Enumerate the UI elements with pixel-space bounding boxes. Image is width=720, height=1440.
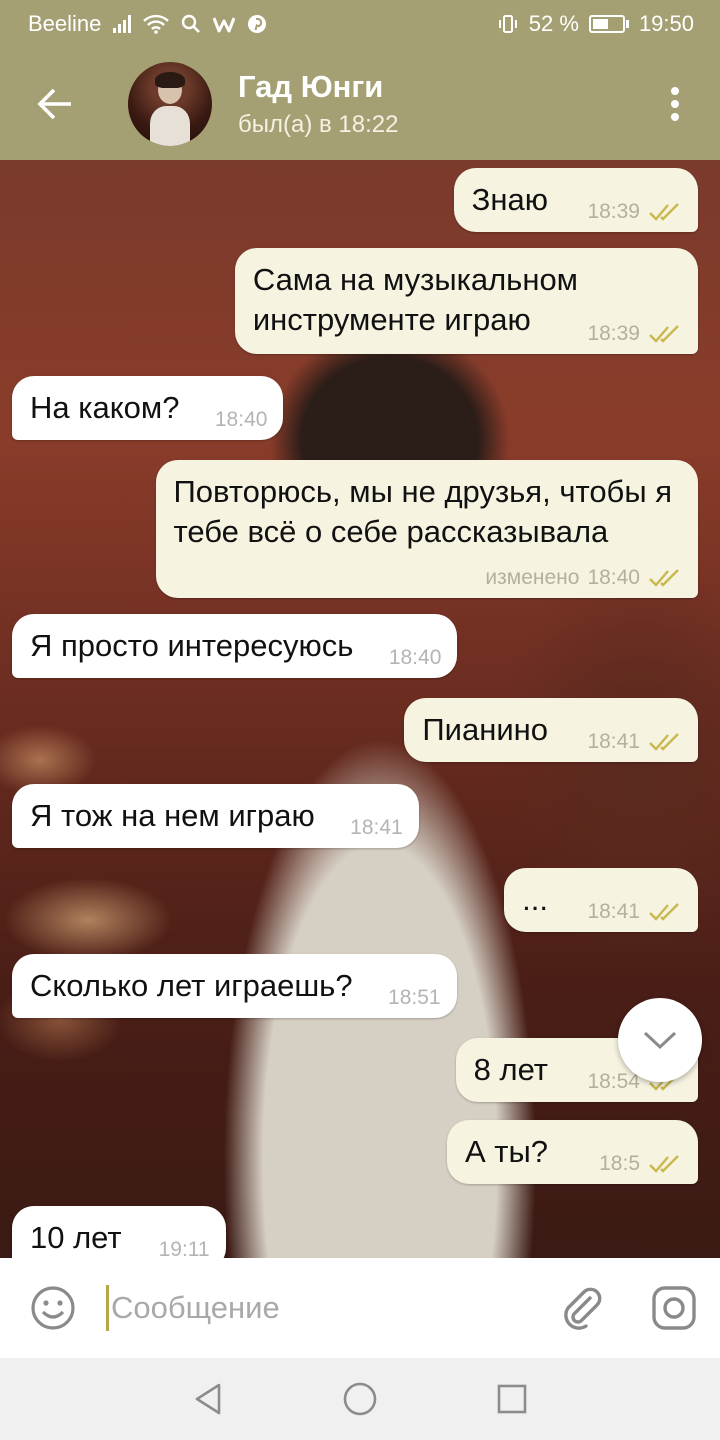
message-text: Знаю <box>471 182 548 217</box>
emoji-icon <box>31 1286 75 1330</box>
search-icon <box>181 14 201 34</box>
message-time: 18:41 <box>587 730 640 753</box>
message-meta: 18:41 <box>587 730 682 754</box>
message-input-placeholder: Сообщение <box>111 1290 280 1325</box>
more-menu-button[interactable] <box>630 48 720 160</box>
battery-percent: 52 % <box>528 11 579 36</box>
edited-label: изменено <box>485 566 580 589</box>
contact-info[interactable]: Гад Юнги был(а) в 18:22 <box>238 69 398 139</box>
home-circle-icon <box>343 1382 377 1416</box>
scroll-down-button[interactable] <box>618 998 702 1082</box>
incoming-message[interactable]: 10 лет 19:11 <box>12 1206 226 1258</box>
message-time: 18:54 <box>587 1070 640 1093</box>
message-time: 18:39 <box>587 200 640 223</box>
outgoing-message[interactable]: Знаю 18:39 <box>453 168 698 232</box>
read-receipt-icon <box>649 1155 679 1173</box>
text-cursor <box>106 1285 109 1331</box>
message-text: ... <box>522 882 548 917</box>
camera-icon <box>652 1286 696 1330</box>
read-receipt-icon <box>649 903 679 921</box>
message-time: 18:40 <box>388 646 442 669</box>
incoming-message[interactable]: Я тож на нем играю 18:41 <box>12 784 419 848</box>
message-meta: 18:51 <box>388 986 441 1010</box>
message-time: 18:41 <box>587 900 640 923</box>
status-bar: Beeline 52 % 19:50 <box>0 0 720 48</box>
message-text: Пианино <box>422 712 548 747</box>
outgoing-message[interactable]: ... 18:41 <box>504 868 698 932</box>
back-triangle-icon <box>195 1383 221 1415</box>
w-app-icon <box>213 15 236 33</box>
nav-back-button[interactable] <box>132 1358 284 1440</box>
camera-button[interactable] <box>628 1258 720 1358</box>
message-text: Сама на музыкальном инструменте играю <box>252 262 578 337</box>
vibrate-icon <box>497 14 519 34</box>
message-time: 18:51 <box>388 986 441 1009</box>
message-text: Я тож на нем играю <box>30 798 315 833</box>
incoming-message[interactable]: Сколько лет играешь? 18:51 <box>12 954 457 1018</box>
read-receipt-icon <box>649 569 679 587</box>
message-time: 19:11 <box>158 1238 210 1258</box>
incoming-message[interactable]: Я просто интересуюсь 18:40 <box>12 614 458 678</box>
message-text: А ты? <box>464 1134 548 1169</box>
message-meta: 18:39 <box>587 200 682 224</box>
message-text: 10 лет <box>30 1220 122 1255</box>
wifi-icon <box>143 14 170 34</box>
message-text: 8 лет <box>473 1052 548 1087</box>
chat-header: Гад Юнги был(а) в 18:22 <box>0 48 720 160</box>
more-vert-icon <box>671 87 679 121</box>
message-meta: 19:11 <box>159 1238 210 1258</box>
incoming-message[interactable]: На каком? 18:40 <box>12 376 284 440</box>
composer: Сообщение <box>0 1258 720 1358</box>
arrow-left-icon <box>37 88 71 120</box>
message-meta: 18:5 <box>599 1152 682 1176</box>
emoji-button[interactable] <box>0 1258 106 1358</box>
message-text: Я просто интересуюсь <box>30 628 354 663</box>
message-time: 18:40 <box>214 408 268 431</box>
clock: 19:50 <box>638 11 694 36</box>
outgoing-message[interactable]: Повторюсь, мы не друзья, чтобы я тебе вс… <box>155 460 698 598</box>
message-time: 18:5 <box>599 1152 640 1175</box>
avatar[interactable] <box>128 62 212 146</box>
read-receipt-icon <box>649 733 679 751</box>
message-meta: 18:40 <box>389 646 442 670</box>
contact-name: Гад Юнги <box>238 69 384 104</box>
pinterest-icon <box>247 14 267 34</box>
read-receipt-icon <box>649 203 679 221</box>
message-time: 18:40 <box>587 566 640 589</box>
message-meta: изменено 18:40 <box>485 566 682 590</box>
message-meta: 18:39 <box>587 322 682 346</box>
message-time: 18:39 <box>587 322 640 345</box>
paperclip-icon <box>564 1287 602 1330</box>
message-meta: 18:41 <box>350 816 403 840</box>
status-left: Beeline <box>28 11 267 37</box>
message-meta: 18:41 <box>587 900 682 924</box>
outgoing-message[interactable]: Пианино 18:41 <box>404 698 698 762</box>
message-list[interactable]: Знаю 18:39 Сама на музыкальном инструменте… <box>0 160 720 1258</box>
read-receipt-icon <box>649 325 679 343</box>
back-button[interactable] <box>0 48 110 160</box>
outgoing-message[interactable]: Сама на музыкальном инструменте играю 18:… <box>234 248 698 354</box>
carrier-name: Beeline <box>28 11 102 36</box>
attach-button[interactable] <box>536 1258 628 1358</box>
message-text: Повторюсь, мы не друзья, чтобы я тебе вс… <box>173 474 672 549</box>
message-time: 18:41 <box>350 816 403 839</box>
battery-icon <box>588 15 629 33</box>
message-text: Сколько лет играешь? <box>30 968 353 1003</box>
system-nav-bar <box>0 1358 720 1440</box>
last-seen-status: был(а) в 18:22 <box>238 111 399 138</box>
recents-square-icon <box>497 1384 527 1414</box>
outgoing-message[interactable]: А ты? 18:5 <box>446 1120 698 1184</box>
status-right: 52 % 19:50 <box>497 11 694 37</box>
nav-recents-button[interactable] <box>436 1358 588 1440</box>
message-meta: 18:40 <box>215 408 268 432</box>
nav-home-button[interactable] <box>284 1358 436 1440</box>
signal-icon <box>113 15 132 33</box>
message-input[interactable]: Сообщение <box>106 1258 536 1358</box>
chevron-down-icon <box>643 1031 677 1050</box>
message-text: На каком? <box>30 390 180 425</box>
